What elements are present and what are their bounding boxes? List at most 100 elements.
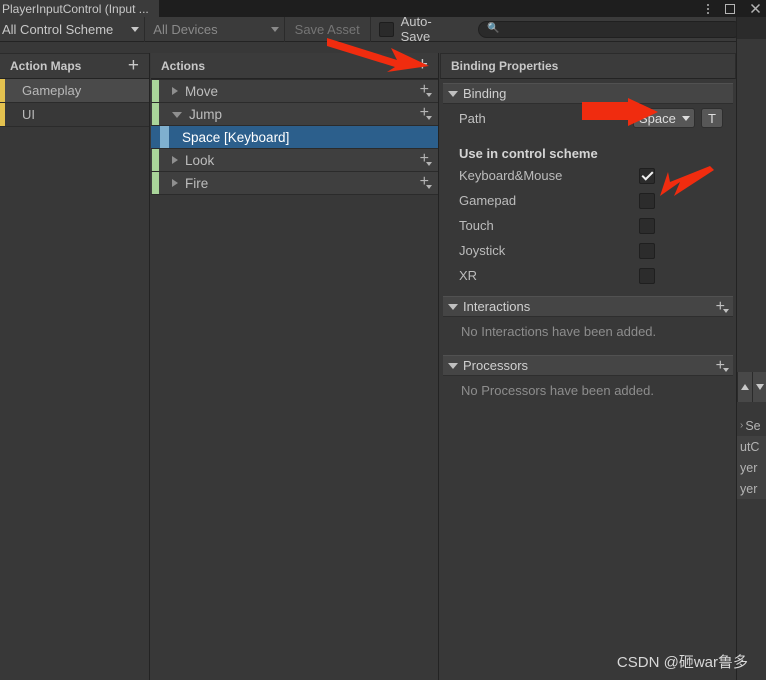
- add-processor-button[interactable]: +: [716, 357, 730, 374]
- action-map-label: UI: [22, 107, 35, 122]
- add-interaction-button[interactable]: +: [716, 298, 730, 315]
- scheme-checkbox-keyboard-mouse[interactable]: [639, 167, 655, 184]
- chevron-right-icon[interactable]: [172, 87, 178, 95]
- triangle-down-icon: [756, 384, 764, 390]
- chevron-down-icon[interactable]: [448, 303, 458, 310]
- action-maps-list: Gameplay UI: [0, 79, 149, 127]
- chevron-down-icon[interactable]: [172, 112, 182, 118]
- action-item-move[interactable]: Move +: [151, 80, 438, 103]
- action-label: Look: [185, 152, 215, 168]
- binding-section-header[interactable]: Binding: [443, 83, 733, 104]
- actions-list: Move + Jump + Space [Keyboard] Look + Fi…: [151, 79, 438, 195]
- window-maximize-icon[interactable]: [725, 2, 738, 15]
- scheme-option-gamepad[interactable]: Gamepad: [443, 188, 733, 213]
- editor-toolbar: All Control Scheme All Devices Save Asse…: [0, 14, 742, 44]
- action-map-accent-bar: [0, 79, 5, 102]
- action-item-jump[interactable]: Jump +: [151, 103, 438, 126]
- path-listen-label: T: [708, 110, 716, 126]
- processors-empty-text: No Processors have been added.: [443, 376, 733, 406]
- action-label: Jump: [189, 106, 223, 122]
- triangle-up-icon: [741, 384, 749, 390]
- scheme-checkbox-joystick[interactable]: [639, 242, 655, 259]
- inspector-sliver-row-label: yer: [740, 481, 758, 496]
- inspector-sliver-row[interactable]: yer: [737, 457, 766, 478]
- scheme-option-keyboard-mouse[interactable]: Keyboard&Mouse: [443, 163, 733, 188]
- add-binding-button[interactable]: +: [420, 151, 433, 167]
- chevron-down-icon: [131, 27, 140, 32]
- action-map-item-gameplay[interactable]: Gameplay: [0, 79, 149, 103]
- path-dropdown[interactable]: Space: [633, 108, 695, 128]
- chevron-down-icon: [270, 27, 279, 32]
- binding-properties-panel: Binding Properties Binding Path Space T …: [440, 53, 736, 680]
- devices-dropdown[interactable]: All Devices: [145, 17, 285, 42]
- inspector-sliver-row[interactable]: yer: [737, 478, 766, 499]
- binding-section-title: Binding: [463, 86, 507, 101]
- chevron-down-icon[interactable]: [448, 362, 458, 369]
- actions-header: Actions +: [151, 53, 438, 79]
- action-label: Move: [185, 83, 219, 99]
- interactions-section-header[interactable]: Interactions +: [443, 296, 733, 317]
- add-binding-button[interactable]: +: [420, 105, 433, 121]
- inspector-sliver-row[interactable]: › Se: [737, 415, 766, 436]
- scheme-checkbox-gamepad[interactable]: [639, 192, 655, 209]
- chevron-right-icon: ›: [740, 420, 744, 431]
- binding-label: Space [Keyboard]: [182, 129, 290, 145]
- inspector-sliver-row-label: Se: [745, 418, 761, 433]
- add-binding-button[interactable]: +: [420, 174, 433, 190]
- inspector-sliver-rows: › Se utC yer yer: [737, 415, 766, 499]
- add-binding-button[interactable]: +: [420, 82, 433, 98]
- binding-properties-body: Binding Path Space T Use in control sche…: [440, 79, 736, 406]
- search-icon: 🔍: [486, 23, 500, 34]
- unity-input-actions-editor-window: PlayerInputControl (Input ... All Contro…: [0, 0, 766, 680]
- add-action-map-button[interactable]: +: [128, 56, 139, 75]
- scheme-checkbox-touch[interactable]: [639, 217, 655, 234]
- actions-add-button[interactable]: +: [417, 55, 428, 74]
- binding-properties-header: Binding Properties: [440, 53, 736, 79]
- action-item-fire[interactable]: Fire +: [151, 172, 438, 195]
- scheme-option-touch[interactable]: Touch: [443, 213, 733, 238]
- binding-item-space-keyboard[interactable]: Space [Keyboard]: [151, 126, 438, 149]
- chevron-down-icon[interactable]: [448, 90, 458, 97]
- auto-save-toggle[interactable]: Auto-Save: [371, 14, 470, 44]
- action-accent-bar: [152, 103, 159, 125]
- path-label: Path: [459, 110, 486, 126]
- control-scheme-dropdown[interactable]: All Control Scheme: [0, 17, 146, 42]
- search-field[interactable]: 🔍: [477, 20, 742, 38]
- control-scheme-dropdown-label: All Control Scheme: [2, 22, 114, 37]
- scheme-option-label: Gamepad: [459, 193, 517, 208]
- auto-save-checkbox[interactable]: [378, 21, 394, 37]
- chevron-right-icon[interactable]: [172, 156, 178, 164]
- inspector-sliver-tab-b[interactable]: [752, 372, 766, 402]
- interactions-section-title: Interactions: [463, 299, 531, 314]
- action-maps-header: Action Maps +: [0, 53, 149, 79]
- inspector-sliver-row[interactable]: utC: [737, 436, 766, 457]
- window-close-icon[interactable]: [749, 2, 762, 15]
- search-input[interactable]: [504, 23, 733, 35]
- asset-tab-label: PlayerInputControl (Input ...: [2, 1, 149, 16]
- binding-accent-bar: [160, 126, 169, 148]
- action-map-item-ui[interactable]: UI: [0, 103, 149, 127]
- search-area: 🔍: [470, 17, 742, 41]
- scheme-checkbox-xr[interactable]: [639, 267, 655, 284]
- save-asset-button[interactable]: Save Asset: [285, 17, 371, 42]
- scheme-option-label: Joystick: [459, 243, 506, 258]
- inspector-panel-sliver: › Se utC yer yer: [736, 17, 766, 680]
- scheme-option-label: XR: [459, 268, 478, 283]
- window-menu-icon[interactable]: [701, 2, 714, 15]
- scheme-option-xr[interactable]: XR: [443, 263, 733, 288]
- action-accent-bar: [152, 149, 159, 171]
- processors-section-header[interactable]: Processors +: [443, 355, 733, 376]
- auto-save-label: Auto-Save: [400, 14, 432, 44]
- path-listen-button[interactable]: T: [701, 108, 723, 128]
- inspector-sliver-tab-a[interactable]: [737, 372, 752, 402]
- action-accent-bar: [152, 172, 159, 194]
- action-label: Fire: [185, 175, 209, 191]
- action-map-accent-bar: [0, 103, 5, 126]
- action-item-look[interactable]: Look +: [151, 149, 438, 172]
- chevron-right-icon[interactable]: [172, 179, 178, 187]
- asset-tab[interactable]: PlayerInputControl (Input ...: [0, 0, 159, 17]
- save-asset-label: Save Asset: [294, 22, 360, 37]
- actions-panel: Actions + Move + Jump + Space [Keyboard]: [151, 53, 439, 680]
- scheme-option-joystick[interactable]: Joystick: [443, 238, 733, 263]
- inspector-sliver-topbar: [737, 17, 766, 39]
